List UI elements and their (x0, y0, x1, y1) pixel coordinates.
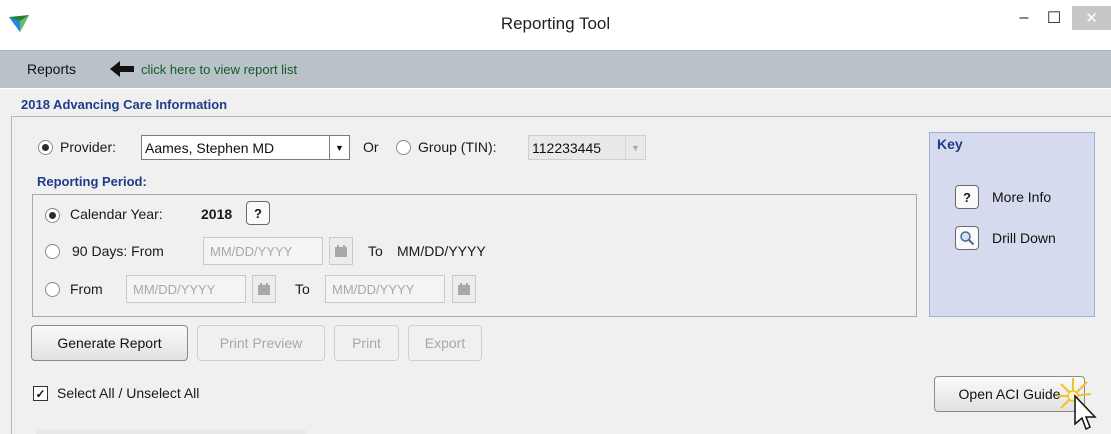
days90-from-field[interactable]: MM/DD/YYYY (203, 237, 323, 265)
export-button[interactable]: Export (408, 325, 482, 361)
report-list-hint[interactable]: click here to view report list (141, 62, 297, 77)
provider-label: Provider: (60, 139, 117, 155)
chevron-down-icon: ▼ (625, 136, 645, 159)
to-date-placeholder: MM/DD/YYYY (332, 282, 415, 297)
drill-down-label: Drill Down (992, 230, 1056, 246)
days90-from-placeholder: MM/DD/YYYY (210, 244, 293, 259)
group-label: Group (TIN): (418, 139, 497, 155)
print-button[interactable]: Print (334, 325, 399, 361)
provider-select-value: Aames, Stephen MD (145, 140, 275, 156)
calendar-year-value: 2018 (201, 206, 233, 222)
custom-range-radio[interactable] (45, 282, 60, 297)
scroll-region-edge (36, 430, 306, 434)
to-date-field[interactable]: MM/DD/YYYY (325, 275, 445, 303)
minimize-button[interactable]: – (1012, 6, 1036, 30)
calendar-icon[interactable] (452, 275, 476, 303)
or-label: Or (363, 139, 379, 155)
key-panel: Key ? More Info Drill Down (929, 132, 1095, 317)
section-title: 2018 Advancing Care Information (21, 97, 228, 112)
group-radio[interactable] (396, 140, 411, 155)
days90-to-value: MM/DD/YYYY (397, 243, 486, 259)
select-all-label: Select All / Unselect All (57, 385, 200, 401)
more-info-label: More Info (992, 189, 1052, 205)
calendar-icon[interactable] (252, 275, 276, 303)
main-content: 2018 Advancing Care Information Provider… (0, 89, 1111, 434)
reports-menu[interactable]: Reports (27, 61, 76, 77)
close-button[interactable]: ✕ (1072, 6, 1111, 30)
mouse-cursor-icon (1057, 378, 1097, 431)
provider-select[interactable]: Aames, Stephen MD ▼ (141, 135, 350, 160)
group-tin-value: 112233445 (532, 140, 602, 156)
calendar-year-label: Calendar Year: (70, 206, 163, 222)
generate-report-button[interactable]: Generate Report (31, 325, 188, 361)
more-info-icon: ? (955, 185, 979, 209)
from-date-placeholder: MM/DD/YYYY (133, 282, 216, 297)
provider-radio[interactable] (38, 140, 53, 155)
magnifier-icon (955, 226, 979, 250)
title-bar: Reporting Tool – ☐ ✕ (0, 0, 1111, 50)
maximize-button[interactable]: ☐ (1042, 6, 1066, 30)
days90-label: 90 Days: From (72, 243, 164, 259)
group-tin-select[interactable]: 112233445 ▼ (528, 135, 646, 160)
window-title: Reporting Tool (500, 14, 611, 33)
to-label: To (295, 281, 310, 297)
days90-radio[interactable] (45, 244, 60, 259)
key-title: Key (937, 136, 963, 152)
reporting-period-title: Reporting Period: (37, 174, 147, 189)
calendar-year-radio[interactable] (45, 208, 60, 223)
menu-bar: Reports click here to view report list (0, 50, 1111, 88)
from-label: From (70, 281, 103, 297)
print-preview-button[interactable]: Print Preview (197, 325, 325, 361)
help-icon[interactable]: ? (246, 201, 270, 225)
from-date-field[interactable]: MM/DD/YYYY (126, 275, 246, 303)
left-arrow-icon (110, 61, 134, 77)
days90-to-label: To (368, 243, 383, 259)
chevron-down-icon: ▼ (329, 136, 349, 159)
select-all-checkbox[interactable]: ✓ (33, 386, 48, 401)
calendar-icon[interactable] (329, 237, 353, 265)
